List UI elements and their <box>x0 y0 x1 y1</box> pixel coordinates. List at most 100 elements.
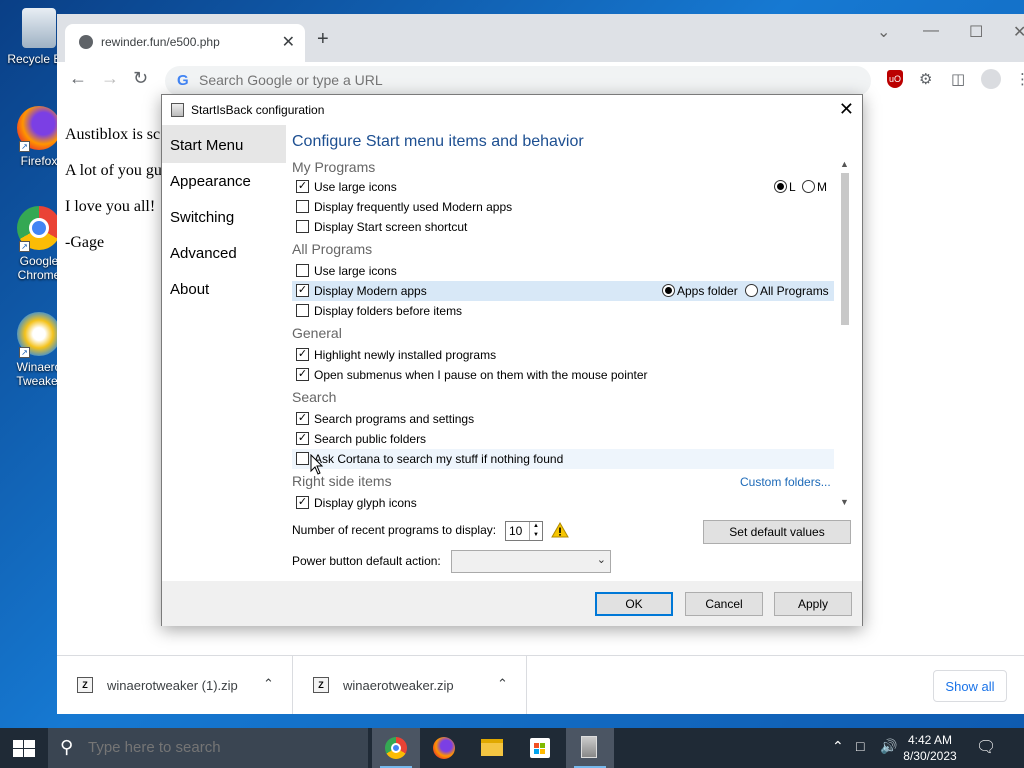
radio-size-l[interactable] <box>774 180 787 193</box>
taskbar-search-box[interactable]: ⚲ <box>48 728 368 768</box>
folder-icon <box>481 739 503 756</box>
omnibox-input[interactable] <box>199 72 799 88</box>
ublock-icon[interactable]: uO <box>887 70 903 88</box>
back-button[interactable]: ← <box>69 68 87 89</box>
browser-tab[interactable]: rewinder.fun/e500.php ✕ <box>65 24 305 62</box>
scroll-thumb[interactable] <box>841 173 849 325</box>
nav-start-menu[interactable]: Start Menu <box>162 125 286 163</box>
power-button-select[interactable]: ⌄ <box>451 550 611 573</box>
option-row[interactable]: Open submenus when I pause on them with … <box>292 365 834 385</box>
option-row[interactable]: Search programs and settings <box>292 409 834 429</box>
spinner-arrows-icon[interactable]: ▲ ▼ <box>529 522 542 540</box>
options-scrollbar[interactable]: ▲ ▼ <box>837 159 852 511</box>
radio-all-programs[interactable] <box>745 284 758 297</box>
nav-advanced[interactable]: Advanced <box>162 233 286 271</box>
tab-search-icon[interactable]: ⌄ <box>877 22 890 42</box>
option-row-hover[interactable]: Ask Cortana to search my stuff if nothin… <box>292 449 834 469</box>
set-default-values-button[interactable]: Set default values <box>703 520 851 544</box>
option-row[interactable]: Display folders before items <box>292 301 834 321</box>
checkbox[interactable] <box>296 200 309 213</box>
tray-overflow-chevron-icon[interactable]: ⌃ <box>832 738 844 755</box>
cancel-button[interactable]: Cancel <box>685 592 763 616</box>
taskbar-file-explorer[interactable] <box>468 728 516 768</box>
clock-date: 8/30/2023 <box>903 749 957 763</box>
show-all-downloads-button[interactable]: Show all <box>933 670 1007 702</box>
radio-size-m[interactable] <box>802 180 815 193</box>
reload-button[interactable]: ↻ <box>133 68 148 89</box>
checkbox[interactable] <box>296 452 309 465</box>
taskbar-startisback[interactable] <box>566 728 614 768</box>
option-row[interactable]: Use large icons L M <box>292 177 834 197</box>
checkbox[interactable] <box>296 432 309 445</box>
taskbar-clock[interactable]: 4:42 AM 8/30/2023 <box>900 732 960 764</box>
nav-about[interactable]: About <box>162 269 286 307</box>
checkbox[interactable] <box>296 368 309 381</box>
option-row[interactable]: Use large icons <box>292 261 834 281</box>
apply-button[interactable]: Apply <box>774 592 852 616</box>
option-row[interactable]: Display glyph icons <box>292 493 834 511</box>
recent-programs-label: Number of recent programs to display: <box>292 523 497 537</box>
radio-apps-folder[interactable] <box>662 284 675 297</box>
taskbar-chrome[interactable] <box>372 728 420 768</box>
taskbar-firefox[interactable] <box>420 728 468 768</box>
section-search: Search <box>292 389 337 405</box>
download-item[interactable]: Z winaerotweaker.zip ⌃ <box>293 656 527 714</box>
side-panel-icon[interactable]: ◫ <box>951 70 965 88</box>
checkbox[interactable] <box>296 412 309 425</box>
option-label: Use large icons <box>314 180 397 194</box>
taskbar-search-input[interactable] <box>88 739 358 756</box>
checkbox[interactable] <box>296 220 309 233</box>
store-bag-icon <box>530 738 550 758</box>
mouse-cursor-icon <box>310 454 324 475</box>
nav-appearance[interactable]: Appearance <box>162 161 286 199</box>
tab-strip: rewinder.fun/e500.php ✕ + ⌄ — ☐ ✕ <box>57 14 1024 62</box>
custom-folders-link[interactable]: Custom folders... <box>740 475 831 489</box>
checkbox[interactable] <box>296 496 309 509</box>
clock-time: 4:42 AM <box>907 733 953 747</box>
tab-title: rewinder.fun/e500.php <box>101 35 220 49</box>
address-bar[interactable]: G <box>165 66 871 96</box>
checkbox[interactable] <box>296 348 309 361</box>
extensions-icon[interactable]: ⚙ <box>919 70 932 88</box>
option-row-selected[interactable]: Display Modern apps Apps folder All Prog… <box>292 281 834 301</box>
new-tab-button[interactable]: + <box>317 28 329 51</box>
option-label: Display Modern apps <box>314 284 427 298</box>
recent-programs-input[interactable] <box>506 522 530 540</box>
ok-button[interactable]: OK <box>595 592 673 616</box>
menu-kebab-icon[interactable]: ⋮ <box>1015 70 1024 88</box>
checkbox[interactable] <box>296 284 309 297</box>
windows-start-icon[interactable] <box>13 740 35 757</box>
globe-icon <box>79 35 93 49</box>
search-icon: ⚲ <box>60 737 74 757</box>
dialog-nav: Start Menu Appearance Switching Advanced… <box>162 125 286 545</box>
forward-button[interactable]: → <box>101 68 119 89</box>
maximize-button[interactable]: ☐ <box>969 22 983 42</box>
scroll-down-arrow-icon[interactable]: ▼ <box>840 497 849 507</box>
download-item[interactable]: Z winaerotweaker (1).zip ⌃ <box>57 656 293 714</box>
option-row[interactable]: Display frequently used Modern apps <box>292 197 834 217</box>
checkbox[interactable] <box>296 264 309 277</box>
close-window-button[interactable]: ✕ <box>1013 22 1024 42</box>
close-tab-icon[interactable]: ✕ <box>282 32 295 52</box>
chevron-up-icon[interactable]: ⌃ <box>497 676 508 692</box>
chevron-up-icon[interactable]: ⌃ <box>263 676 274 692</box>
option-row[interactable]: Display Start screen shortcut <box>292 217 834 237</box>
nav-switching[interactable]: Switching <box>162 197 286 235</box>
startisback-app-icon <box>171 103 184 117</box>
checkbox[interactable] <box>296 180 309 193</box>
dialog-close-button[interactable]: ✕ <box>839 99 854 120</box>
recent-programs-spinner[interactable]: ▲▼ <box>505 521 543 541</box>
scroll-up-arrow-icon[interactable]: ▲ <box>840 159 849 169</box>
option-label: Search public folders <box>314 432 427 446</box>
option-row[interactable]: Highlight newly installed programs <box>292 345 834 365</box>
profile-avatar-icon[interactable] <box>981 69 1001 89</box>
option-row[interactable]: Search public folders <box>292 429 834 449</box>
option-label: Display folders before items <box>314 304 463 318</box>
network-icon[interactable]: □ <box>856 738 864 754</box>
minimize-button[interactable]: — <box>923 22 939 40</box>
checkbox[interactable] <box>296 304 309 317</box>
taskbar-store[interactable] <box>516 728 564 768</box>
option-label: Open submenus when I pause on them with … <box>314 368 648 382</box>
volume-icon[interactable]: 🔊 <box>880 738 897 755</box>
notification-center-icon[interactable]: 🗨 <box>976 737 996 757</box>
